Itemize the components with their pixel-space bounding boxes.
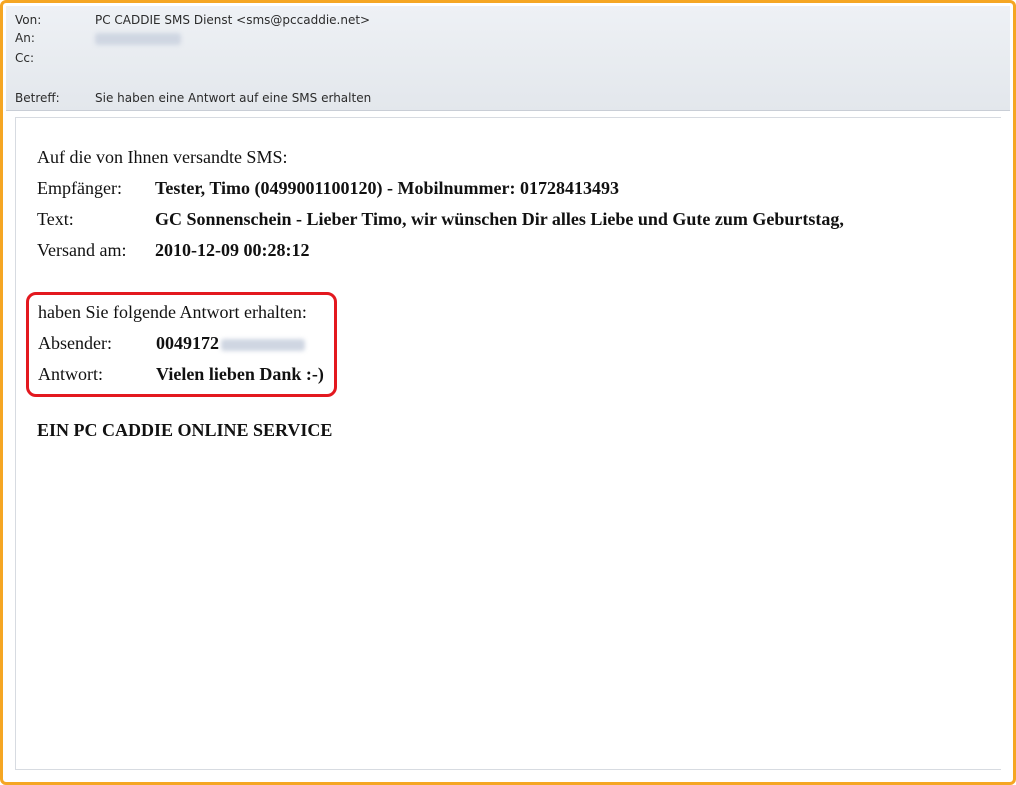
answer-line: Antwort: Vielen lieben Dank :-): [38, 359, 324, 390]
text-line: Text: GC Sonnenschein - Lieber Timo, wir …: [37, 204, 844, 235]
sender-label: Absender:: [38, 333, 112, 353]
reply-highlight-box: haben Sie folgende Antwort erhalten: Abs…: [26, 292, 337, 397]
sender-value: 0049172: [156, 333, 219, 353]
to-label: An:: [15, 31, 35, 45]
recipient-label: Empfänger:: [37, 178, 122, 198]
cc-label: Cc:: [15, 51, 35, 65]
reply-intro-line: haben Sie folgende Antwort erhalten:: [38, 302, 307, 322]
email-header: Von: PC CADDIE SMS Dienst <sms@pccaddie.n…: [6, 6, 1010, 111]
sent-line: Versand am: 2010-12-09 00:28:12: [37, 235, 844, 266]
service-footer: EIN PC CADDIE ONLINE SERVICE: [37, 420, 333, 440]
to-value-redacted[interactable]: [95, 32, 181, 45]
cc-row: Cc:: [15, 49, 95, 67]
to-row: An:: [15, 29, 181, 47]
from-label: Von:: [15, 13, 42, 27]
sender-value-redacted: [221, 338, 305, 351]
sender-line: Absender: 0049172: [38, 328, 324, 359]
text-label: Text:: [37, 209, 74, 229]
sent-value: 2010-12-09 00:28:12: [155, 240, 310, 260]
subject-label: Betreff:: [15, 91, 60, 105]
message-content: Auf die von Ihnen versandte SMS: Empfäng…: [26, 142, 844, 446]
sent-label: Versand am:: [37, 240, 127, 260]
intro-line: Auf die von Ihnen versandte SMS:: [37, 147, 288, 167]
recipient-line: Empfänger: Tester, Timo (0499001100120) -…: [37, 173, 844, 204]
subject-row: Betreff: Sie haben eine Antwort auf eine …: [15, 89, 371, 107]
text-value: GC Sonnenschein - Lieber Timo, wir wünsc…: [155, 209, 844, 229]
answer-value: Vielen lieben Dank :-): [156, 364, 324, 384]
from-row: Von: PC CADDIE SMS Dienst <sms@pccaddie.n…: [15, 11, 370, 29]
answer-label: Antwort:: [38, 364, 103, 384]
email-window: Von: PC CADDIE SMS Dienst <sms@pccaddie.n…: [0, 0, 1016, 785]
subject-value: Sie haben eine Antwort auf eine SMS erha…: [95, 91, 372, 105]
recipient-value: Tester, Timo (0499001100120) - Mobilnumm…: [155, 178, 619, 198]
message-body[interactable]: Auf die von Ihnen versandte SMS: Empfäng…: [15, 117, 1001, 770]
from-value[interactable]: PC CADDIE SMS Dienst <sms@pccaddie.net>: [95, 11, 370, 29]
